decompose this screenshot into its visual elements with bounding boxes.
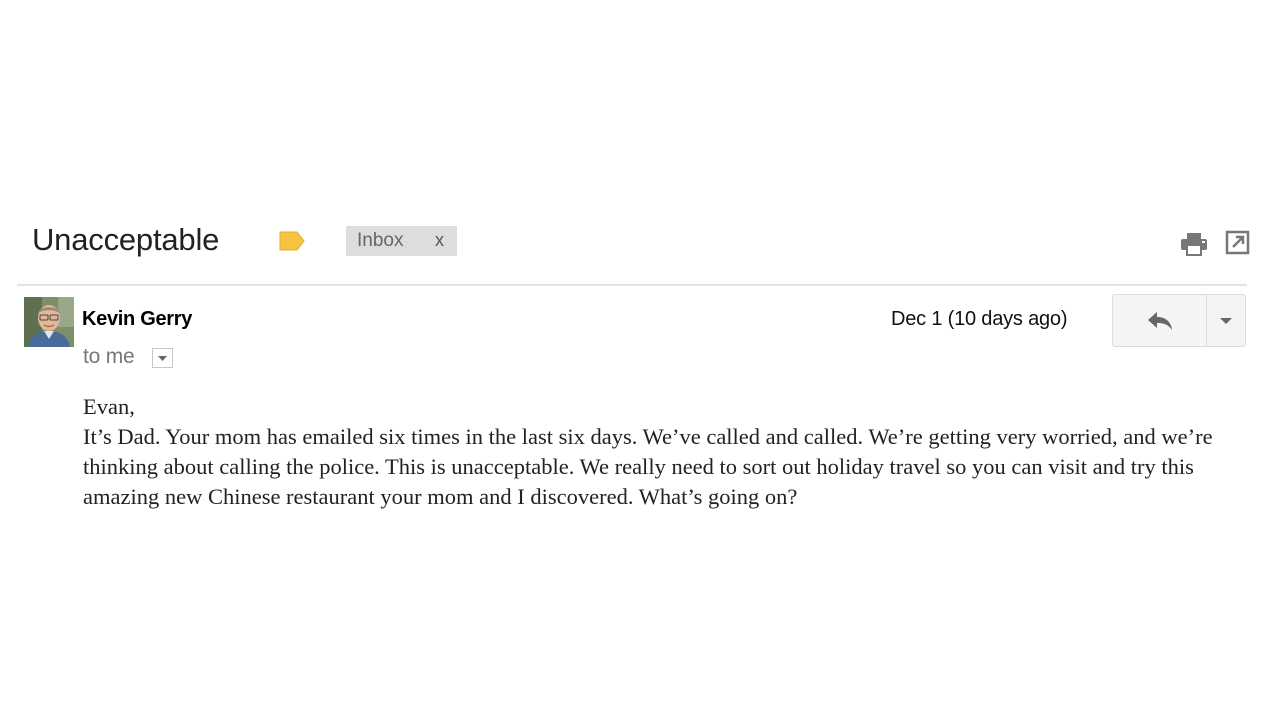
avatar[interactable]: [24, 297, 74, 347]
print-icon[interactable]: [1180, 231, 1208, 257]
chevron-down-icon: [1220, 317, 1232, 324]
sender-name[interactable]: Kevin Gerry: [82, 308, 192, 331]
email-date: Dec 1 (10 days ago): [891, 308, 1068, 330]
label-tag-icon[interactable]: [278, 230, 306, 252]
more-options-button[interactable]: [1207, 295, 1245, 346]
email-greeting: Evan,: [83, 394, 135, 419]
recipient-summary: to me: [83, 345, 135, 368]
email-body: Evan, It’s Dad. Your mom has emailed six…: [83, 392, 1233, 512]
reply-button[interactable]: [1113, 295, 1207, 346]
chevron-down-icon: [158, 355, 167, 361]
show-details-button[interactable]: [152, 348, 173, 368]
remove-label-button[interactable]: x: [435, 230, 444, 251]
new-window-icon[interactable]: [1225, 230, 1250, 255]
email-subject: Unacceptable: [32, 222, 220, 257]
reply-icon: [1147, 311, 1172, 330]
inbox-label-text: Inbox: [357, 230, 404, 251]
reply-button-group: [1112, 294, 1246, 347]
email-body-text: It’s Dad. Your mom has emailed six times…: [83, 424, 1213, 509]
header-divider: [17, 284, 1247, 286]
inbox-label-chip[interactable]: Inbox x: [346, 226, 457, 256]
